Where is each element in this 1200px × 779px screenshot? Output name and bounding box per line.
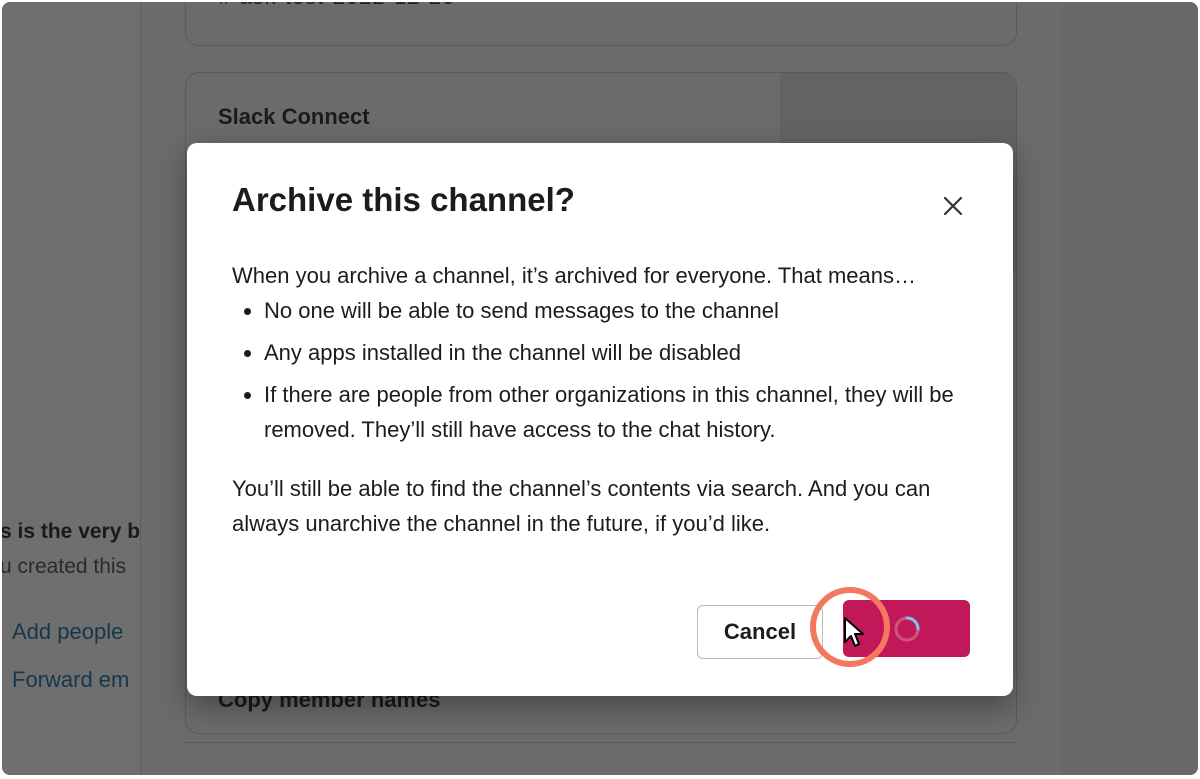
- archive-channel-dialog: Archive this channel? When you archive a…: [187, 143, 1013, 696]
- channel-intro-subtitle: u created this: [2, 555, 127, 578]
- cancel-button[interactable]: Cancel: [697, 605, 823, 659]
- consequence-list: No one will be able to send messages to …: [232, 293, 972, 447]
- forward-emails-link[interactable]: Forward em: [12, 667, 129, 693]
- close-icon: [943, 196, 963, 216]
- list-item: No one will be able to send messages to …: [264, 293, 972, 328]
- loading-spinner-icon: [894, 616, 919, 641]
- dialog-title: Archive this channel?: [232, 181, 575, 218]
- close-button[interactable]: [935, 188, 971, 224]
- dialog-intro-text: When you archive a channel, it’s archive…: [232, 263, 916, 288]
- divider: [185, 742, 1015, 743]
- right-gutter: [1062, 2, 1198, 775]
- dialog-body: When you archive a channel, it’s archive…: [232, 258, 972, 541]
- add-people-link[interactable]: Add people: [12, 619, 123, 645]
- dialog-footer-text: You’ll still be able to find the channel…: [232, 476, 931, 536]
- channel-name: # ask-test-2022-12-20: [219, 2, 455, 10]
- slack-connect-heading[interactable]: Slack Connect: [218, 104, 370, 130]
- app-window: s is the very b u created this Add peopl…: [2, 2, 1198, 775]
- channel-intro-title: s is the very b: [2, 520, 141, 543]
- list-item: If there are people from other organizat…: [264, 377, 972, 447]
- list-item: Any apps installed in the channel will b…: [264, 335, 972, 370]
- mouse-cursor-icon: [844, 617, 864, 647]
- channel-intro-area: s is the very b u created this Add peopl…: [2, 2, 140, 775]
